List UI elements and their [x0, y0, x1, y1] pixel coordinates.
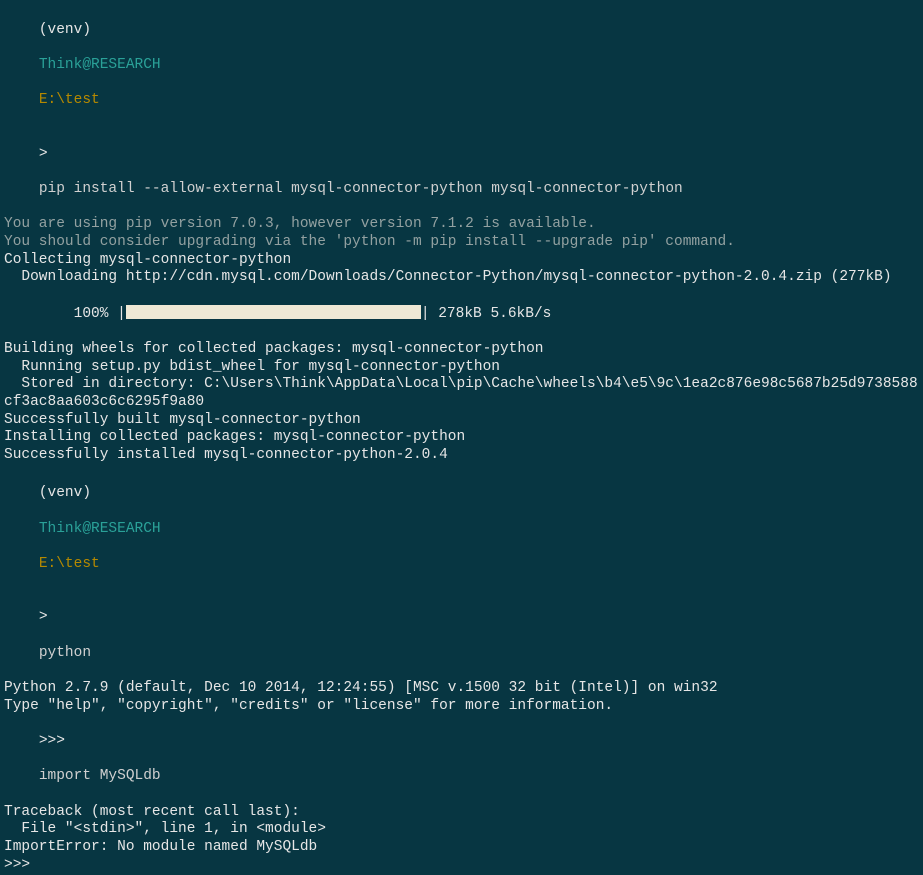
venv-label: (venv) — [39, 22, 91, 38]
pip-built: Successfully built mysql-connector-pytho… — [4, 412, 919, 430]
pip-downloading: Downloading http://cdn.mysql.com/Downloa… — [4, 269, 919, 287]
terminal-output[interactable]: (venv) Think@RESEARCH E:\test > pip inst… — [4, 4, 919, 875]
user-host: Think@RESEARCH — [39, 57, 161, 73]
command-text: pip install --allow-external mysql-conne… — [39, 181, 683, 197]
pip-installing: Installing collected packages: mysql-con… — [4, 429, 919, 447]
pip-stored: Stored in directory: C:\Users\Think\AppD… — [4, 376, 919, 411]
repl-prompt: >>> — [39, 733, 65, 749]
python-repl-line: >>> import MySQLdb — [4, 715, 919, 803]
cwd-path: E:\test — [39, 556, 100, 572]
python-help: Type "help", "copyright", "credits" or "… — [4, 698, 919, 716]
user-host: Think@RESEARCH — [39, 521, 161, 537]
progress-suffix: | 278kB 5.6kB/s — [421, 306, 552, 322]
python-file-line: File "<stdin>", line 1, in <module> — [4, 821, 919, 839]
command-line-2: > python — [4, 592, 919, 680]
repl-command: import MySQLdb — [39, 768, 161, 784]
pip-progress: 100% | | 278kB 5.6kB/s — [4, 287, 919, 341]
venv-label: (venv) — [39, 485, 91, 501]
pip-collecting: Collecting mysql-connector-python — [4, 252, 919, 270]
python-error: ImportError: No module named MySQLdb — [4, 839, 919, 857]
pip-installed: Successfully installed mysql-connector-p… — [4, 447, 919, 465]
command-line-1: > pip install --allow-external mysql-con… — [4, 128, 919, 216]
prompt-symbol: > — [39, 609, 48, 625]
python-banner: Python 2.7.9 (default, Dec 10 2014, 12:2… — [4, 680, 919, 698]
python-traceback: Traceback (most recent call last): — [4, 804, 919, 822]
python-final-prompt: >>> — [4, 857, 919, 875]
progress-bar-fill — [126, 305, 421, 319]
pip-warning-2: You should consider upgrading via the 'p… — [4, 234, 919, 252]
prompt-symbol: > — [39, 146, 48, 162]
pip-warning-1: You are using pip version 7.0.3, however… — [4, 216, 919, 234]
progress-prefix: 100% | — [39, 306, 126, 322]
prompt-line-2: (venv) Think@RESEARCH E:\test — [4, 468, 919, 592]
cwd-path: E:\test — [39, 92, 100, 108]
prompt-line-1: (venv) Think@RESEARCH E:\test — [4, 4, 919, 128]
command-text: python — [39, 645, 91, 661]
pip-building: Building wheels for collected packages: … — [4, 341, 919, 359]
pip-running: Running setup.py bdist_wheel for mysql-c… — [4, 359, 919, 377]
